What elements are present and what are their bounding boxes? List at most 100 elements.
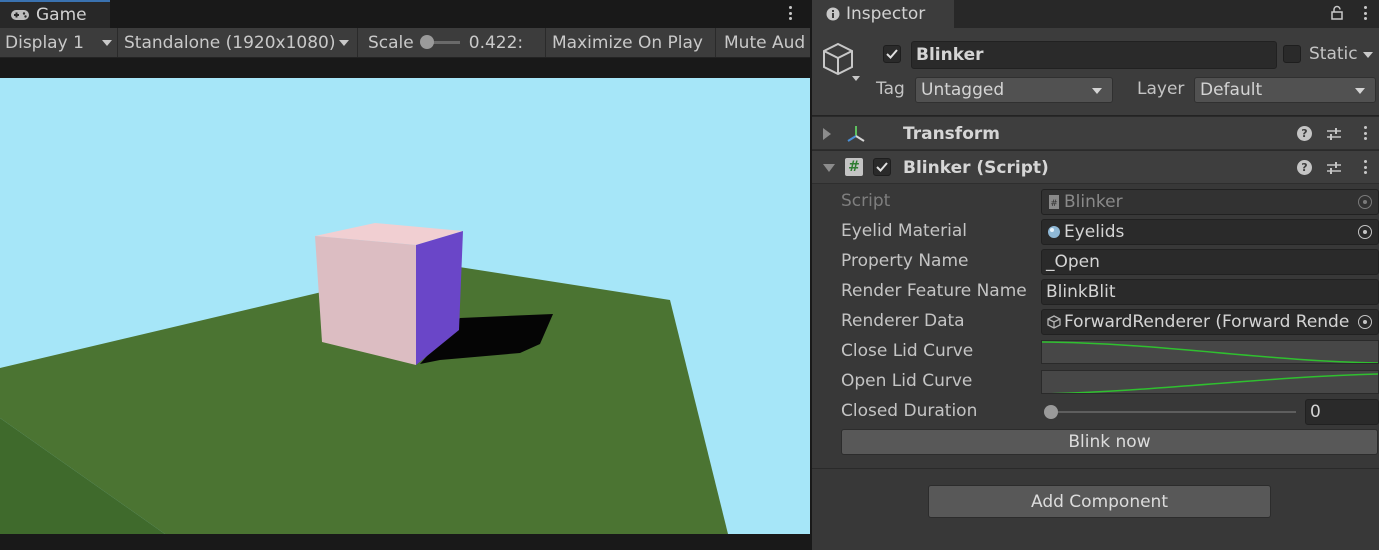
closed-duration-slider[interactable] (1044, 405, 1296, 419)
renderer-data-field[interactable]: ForwardRenderer (Forward Rende (1041, 309, 1379, 335)
closed-duration-input[interactable]: 0 (1305, 399, 1379, 425)
lock-icon[interactable] (1330, 5, 1344, 21)
gameobject-cube-icon[interactable] (822, 42, 862, 84)
script-file-icon: # (1049, 195, 1059, 209)
gamepad-icon (11, 10, 29, 20)
blinker-component-header[interactable]: # Blinker (Script) ? (812, 150, 1379, 184)
inspector-menu-icon[interactable] (1361, 3, 1369, 23)
script-hash-icon: # (845, 158, 863, 176)
scale-slider[interactable] (419, 35, 460, 49)
transform-title: Transform (903, 124, 1000, 144)
prop-property-name: Property Name _Open (812, 247, 1379, 277)
object-picker-icon[interactable] (1358, 315, 1372, 329)
layer-label: Layer (1137, 79, 1185, 99)
tab-inspector[interactable]: Inspector (812, 0, 954, 28)
display-dropdown[interactable]: Display 1 (0, 28, 118, 57)
check-icon (876, 162, 888, 172)
help-icon[interactable]: ? (1297, 126, 1312, 141)
chevron-down-icon (1092, 88, 1102, 94)
chevron-down-icon (1355, 88, 1365, 94)
static-label[interactable]: Static (1309, 44, 1358, 64)
transform-axes-icon (847, 126, 865, 142)
tag-label: Tag (876, 79, 905, 99)
preset-sliders-icon[interactable] (1326, 160, 1342, 176)
closed-duration-slider-knob[interactable] (1044, 405, 1058, 419)
close-lid-curve-line (1042, 341, 1378, 363)
close-lid-curve-field[interactable] (1041, 340, 1379, 364)
inspector-tabbar: Inspector (812, 0, 1379, 28)
gameobject-header: Blinker Static Tag Untagged Layer Defaul… (812, 28, 1379, 116)
property-name-value: _Open (1046, 252, 1100, 272)
closed-duration-value: 0 (1310, 402, 1321, 422)
foldout-expanded-icon[interactable] (823, 164, 835, 172)
property-name-input[interactable]: _Open (1041, 249, 1379, 275)
asset-icon (1047, 315, 1061, 329)
script-field: # Blinker (1041, 189, 1379, 215)
chevron-down-icon (102, 39, 112, 46)
game-viewport[interactable] (0, 78, 810, 534)
tab-inspector-label: Inspector (846, 4, 926, 24)
inspector-panel: Inspector Blinker Static Tag Untagged La… (812, 0, 1379, 550)
tag-dropdown[interactable]: Untagged (915, 77, 1113, 103)
foldout-collapsed-icon[interactable] (823, 128, 831, 140)
chevron-down-icon[interactable] (1363, 52, 1373, 58)
component-menu-icon[interactable] (1361, 123, 1369, 143)
help-icon[interactable]: ? (1297, 160, 1312, 175)
prop-label: Eyelid Material (841, 221, 967, 241)
prop-label: Open Lid Curve (841, 371, 973, 391)
render-feature-name-value: BlinkBlit (1046, 282, 1116, 302)
eyelid-material-value: Eyelids (1064, 222, 1125, 242)
component-enabled-checkbox[interactable] (873, 158, 891, 176)
transform-component-header[interactable]: Transform ? (812, 116, 1379, 150)
prop-close-lid-curve: Close Lid Curve (812, 337, 1379, 367)
game-panel: Game Display 1 Standalone (1920x1080) Sc… (0, 0, 810, 550)
eyelid-material-field[interactable]: Eyelids (1041, 219, 1379, 245)
prop-renderer-data: Renderer Data ForwardRenderer (Forward R… (812, 307, 1379, 337)
tab-game-label: Game (36, 5, 87, 25)
prop-open-lid-curve: Open Lid Curve (812, 367, 1379, 397)
prop-render-feature-name: Render Feature Name BlinkBlit (812, 277, 1379, 307)
preset-sliders-icon[interactable] (1326, 126, 1342, 142)
svg-text:#: # (1050, 199, 1058, 209)
game-tabbar: Game (0, 0, 810, 28)
name-field[interactable]: Blinker (911, 41, 1277, 69)
scale-slider-knob[interactable] (419, 35, 434, 49)
name-value: Blinker (916, 45, 984, 65)
blink-now-label: Blink now (1068, 432, 1151, 452)
check-icon (886, 49, 898, 59)
open-lid-curve-line (1050, 373, 1378, 393)
scale-value: 0.422: (468, 32, 524, 53)
render-feature-name-input[interactable]: BlinkBlit (1041, 279, 1379, 305)
resolution-dropdown[interactable]: Standalone (1920x1080) (118, 28, 358, 57)
blinker-title: Blinker (Script) (903, 158, 1049, 178)
blink-now-button[interactable]: Blink now (841, 429, 1378, 455)
maximize-on-play-toggle[interactable]: Maximize On Play (546, 28, 716, 57)
prop-label: Property Name (841, 251, 969, 271)
prop-eyelid-material: Eyelid Material Eyelids (812, 217, 1379, 247)
layer-value: Default (1200, 80, 1263, 100)
prop-script: Script # Blinker (812, 187, 1379, 217)
renderer-data-value: ForwardRenderer (Forward Rende (1064, 312, 1350, 332)
scale-control: Scale 0.422: (358, 28, 546, 57)
info-icon (826, 7, 840, 21)
object-picker-icon[interactable] (1358, 225, 1372, 239)
prop-label: Render Feature Name (841, 281, 1027, 301)
open-lid-curve-field[interactable] (1041, 370, 1379, 394)
script-value: Blinker (1064, 192, 1123, 212)
scale-label: Scale (368, 32, 414, 53)
display-value: Display 1 (5, 32, 84, 53)
prop-label: Closed Duration (841, 401, 978, 421)
material-sphere-icon (1048, 226, 1060, 238)
active-checkbox[interactable] (883, 45, 901, 63)
prop-closed-duration: Closed Duration 0 (812, 397, 1379, 427)
component-menu-icon[interactable] (1361, 157, 1369, 177)
tab-game[interactable]: Game (0, 0, 110, 28)
prop-label: Renderer Data (841, 311, 965, 331)
game-menu-icon[interactable] (786, 3, 794, 23)
layer-dropdown[interactable]: Default (1194, 77, 1376, 103)
object-picker-icon (1358, 195, 1372, 209)
maximize-on-play-label: Maximize On Play (552, 32, 703, 53)
static-checkbox[interactable] (1283, 45, 1301, 63)
mute-audio-toggle[interactable]: Mute Aud (716, 28, 810, 57)
add-component-button[interactable]: Add Component (928, 485, 1271, 518)
